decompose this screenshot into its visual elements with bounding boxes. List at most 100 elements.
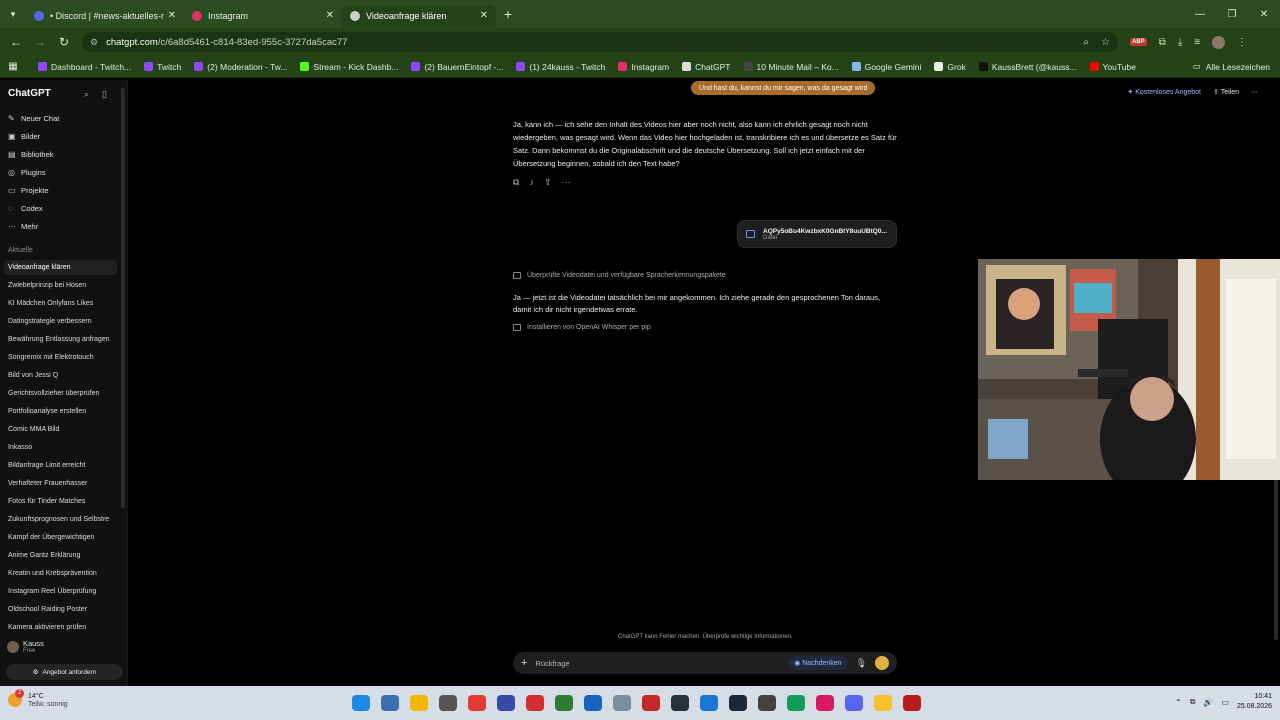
tab-search-chevron-icon[interactable]: ▾ xyxy=(0,9,26,20)
message-input[interactable]: Rückfrage xyxy=(535,659,788,668)
chat-history-item[interactable]: Bewährung Entlassung anfragen xyxy=(4,332,117,347)
share-icon[interactable]: ⇪ xyxy=(544,177,552,188)
chat-history-item[interactable]: Gerichtsvollzieher überprüfen xyxy=(4,386,117,401)
chat-history-item[interactable]: Zukunftsprognosen und Selbstre xyxy=(4,512,117,527)
bookmark-item[interactable]: KaussBrett (@kauss... xyxy=(978,62,1077,72)
extensions-puzzle-icon[interactable]: ⧉ xyxy=(1159,37,1166,48)
search-icon[interactable]: ⌕ xyxy=(84,89,89,100)
taskbar-app-icon[interactable] xyxy=(758,695,776,711)
bookmark-item[interactable]: Dashboard - Twitch... xyxy=(38,62,131,72)
taskbar-app-icon[interactable] xyxy=(816,695,834,711)
file-attachment[interactable]: AQPy5oBu4KwzbxK0GnBtY8uuUBtQ0... Datei xyxy=(737,220,897,248)
chat-history-item[interactable]: Kreatin und Krebsprävention xyxy=(4,566,117,581)
profile-avatar[interactable] xyxy=(1212,35,1226,49)
chat-history-item[interactable]: Comic MMA Bild xyxy=(4,422,117,437)
tool-step-running[interactable]: Installieren von OpenAI Whisper per pip xyxy=(513,324,651,331)
taskbar-app-icon[interactable] xyxy=(671,695,689,711)
chat-history-item[interactable]: Inkasso xyxy=(4,440,117,455)
taskbar-app-icon[interactable] xyxy=(381,695,399,711)
close-tab-icon[interactable]: ✕ xyxy=(168,10,176,21)
all-bookmarks[interactable]: ▭ Alle Lesezeichen xyxy=(1193,61,1270,72)
taskbar-app-icon[interactable] xyxy=(526,695,544,711)
tool-step[interactable]: Überprüfte Videodatei und verfügbare Spr… xyxy=(513,272,726,279)
bookmark-item[interactable]: 10 Minute Mail – Ko... xyxy=(743,62,839,72)
taskbar-app-icon[interactable] xyxy=(700,695,718,711)
tab-discord[interactable]: • Discord | #news-aktuelles-no ✕ xyxy=(26,5,184,27)
bookmark-item[interactable]: ChatGPT xyxy=(682,62,731,72)
taskbar-app-icon[interactable] xyxy=(903,695,921,711)
chat-history-item[interactable]: Videoanfrage klären xyxy=(4,260,117,275)
think-toggle[interactable]: ◉ Nachdenken xyxy=(788,656,848,670)
taskbar-app-icon[interactable] xyxy=(874,695,892,711)
taskbar-app-icon[interactable] xyxy=(845,695,863,711)
copy-icon[interactable]: ⧉ xyxy=(513,177,519,188)
bookmark-item[interactable]: (2) BauernEintopf -... xyxy=(411,62,503,72)
chat-history-item[interactable]: Songremix mit Elektrotouch xyxy=(4,350,117,365)
bookmark-item[interactable]: Instagram xyxy=(618,62,669,72)
bookmark-item[interactable]: Twitch xyxy=(144,62,181,72)
close-window-icon[interactable]: ✕ xyxy=(1248,9,1280,20)
microphone-icon[interactable]: 🎙 xyxy=(856,658,867,669)
sidebar-scrollbar[interactable] xyxy=(121,88,125,508)
sidebar-toggle-icon[interactable]: ▯ xyxy=(102,89,107,100)
chat-history-item[interactable]: Kampf der Übergewichtigen xyxy=(4,530,117,545)
minimize-icon[interactable]: — xyxy=(1184,9,1216,20)
network-icon[interactable]: ⧉ xyxy=(1190,697,1196,707)
taskbar-app-icon[interactable] xyxy=(468,695,486,711)
chat-history-item[interactable]: Verhafteter Frauenhasser xyxy=(4,476,117,491)
share-button[interactable]: ⇪ Teilen xyxy=(1213,88,1239,96)
download-icon[interactable]: ⤓ xyxy=(1178,37,1182,48)
tab-chatgpt[interactable]: Videoanfrage klären ✕ xyxy=(342,4,496,27)
sidebar-item[interactable]: ▣ Bilder xyxy=(8,132,40,141)
app-title[interactable]: ChatGPT xyxy=(8,88,51,99)
bookmark-item[interactable]: YouTube xyxy=(1089,62,1136,72)
user-profile[interactable]: Kauss Free xyxy=(7,640,44,654)
battery-icon[interactable]: ▭ xyxy=(1221,698,1229,707)
weather-widget[interactable]: 2 14°C Teilw. sonnig xyxy=(8,689,68,708)
upgrade-button[interactable]: ⚙ Angebot anfordern xyxy=(6,664,123,680)
browser-menu-icon[interactable]: ⋮ xyxy=(1237,37,1247,48)
taskbar-app-icon[interactable] xyxy=(613,695,631,711)
chat-history-item[interactable]: Datingstrategie verbessern xyxy=(4,314,117,329)
bookmark-item[interactable]: Google Gemini xyxy=(851,62,921,72)
address-bar[interactable]: ⚙ chatgpt.com /c/6a8d5461-c814-83ed-955c… xyxy=(82,32,1118,52)
taskbar-app-icon[interactable] xyxy=(555,695,573,711)
tab-instagram[interactable]: Instagram ✕ xyxy=(184,5,342,27)
chat-history-item[interactable]: Bild von Jessi Q xyxy=(4,368,117,383)
sidebar-item[interactable]: ··· Mehr xyxy=(8,222,38,231)
sidebar-item[interactable]: ▤ Bibliothek xyxy=(8,150,54,159)
add-attachment-icon[interactable]: + xyxy=(521,657,527,669)
sidebar-item[interactable]: ◎ Plugins xyxy=(8,168,46,177)
chat-history-item[interactable]: Oldschool Raiding Poster xyxy=(4,602,117,617)
chat-history-item[interactable]: Instagram Reel Überprüfung xyxy=(4,584,117,599)
chat-history-item[interactable]: Anime Gantz Erklärung xyxy=(4,548,117,563)
clock[interactable]: 10:41 25.08.2026 xyxy=(1237,692,1272,712)
chat-history-item[interactable]: KI Mädchen Onlyfans Likes xyxy=(4,296,117,311)
bookmark-item[interactable]: Stream - Kick Dashb... xyxy=(300,62,398,72)
volume-icon[interactable]: 🔊 xyxy=(1203,698,1213,707)
apps-grid-icon[interactable]: ▦ xyxy=(0,61,26,72)
tray-chevron-icon[interactable]: ⌃ xyxy=(1175,698,1182,707)
taskbar-app-icon[interactable] xyxy=(584,695,602,711)
taskbar-app-icon[interactable] xyxy=(642,695,660,711)
close-tab-icon[interactable]: ✕ xyxy=(480,10,488,21)
taskbar-app-icon[interactable] xyxy=(497,695,515,711)
close-tab-icon[interactable]: ✕ xyxy=(326,10,334,21)
more-options-icon[interactable]: ··· xyxy=(1251,89,1258,96)
back-icon[interactable]: ← xyxy=(4,35,28,49)
more-icon[interactable]: ··· xyxy=(561,177,570,188)
reload-icon[interactable]: ↻ xyxy=(52,35,76,49)
adblock-icon[interactable]: ABP xyxy=(1130,38,1147,46)
chat-history-item[interactable]: Fotos für Tinder Matches xyxy=(4,494,117,509)
taskbar-app-icon[interactable] xyxy=(729,695,747,711)
chat-history-item[interactable]: Bildanfrage Limit erreicht xyxy=(4,458,117,473)
chat-history-item[interactable]: Portfolioanalyse erstellen xyxy=(4,404,117,419)
sidebar-item[interactable]: ▭ Projekte xyxy=(8,186,49,195)
new-tab-button[interactable]: + xyxy=(496,6,520,22)
forward-icon[interactable]: → xyxy=(28,35,52,49)
chat-history-item[interactable]: Kamera aktivieren prüfen xyxy=(4,620,117,635)
voice-icon[interactable]: ♪ xyxy=(529,177,534,188)
media-controls-icon[interactable]: ≡ xyxy=(1194,37,1200,48)
restore-icon[interactable]: ❐ xyxy=(1216,9,1248,20)
taskbar-app-icon[interactable] xyxy=(439,695,457,711)
